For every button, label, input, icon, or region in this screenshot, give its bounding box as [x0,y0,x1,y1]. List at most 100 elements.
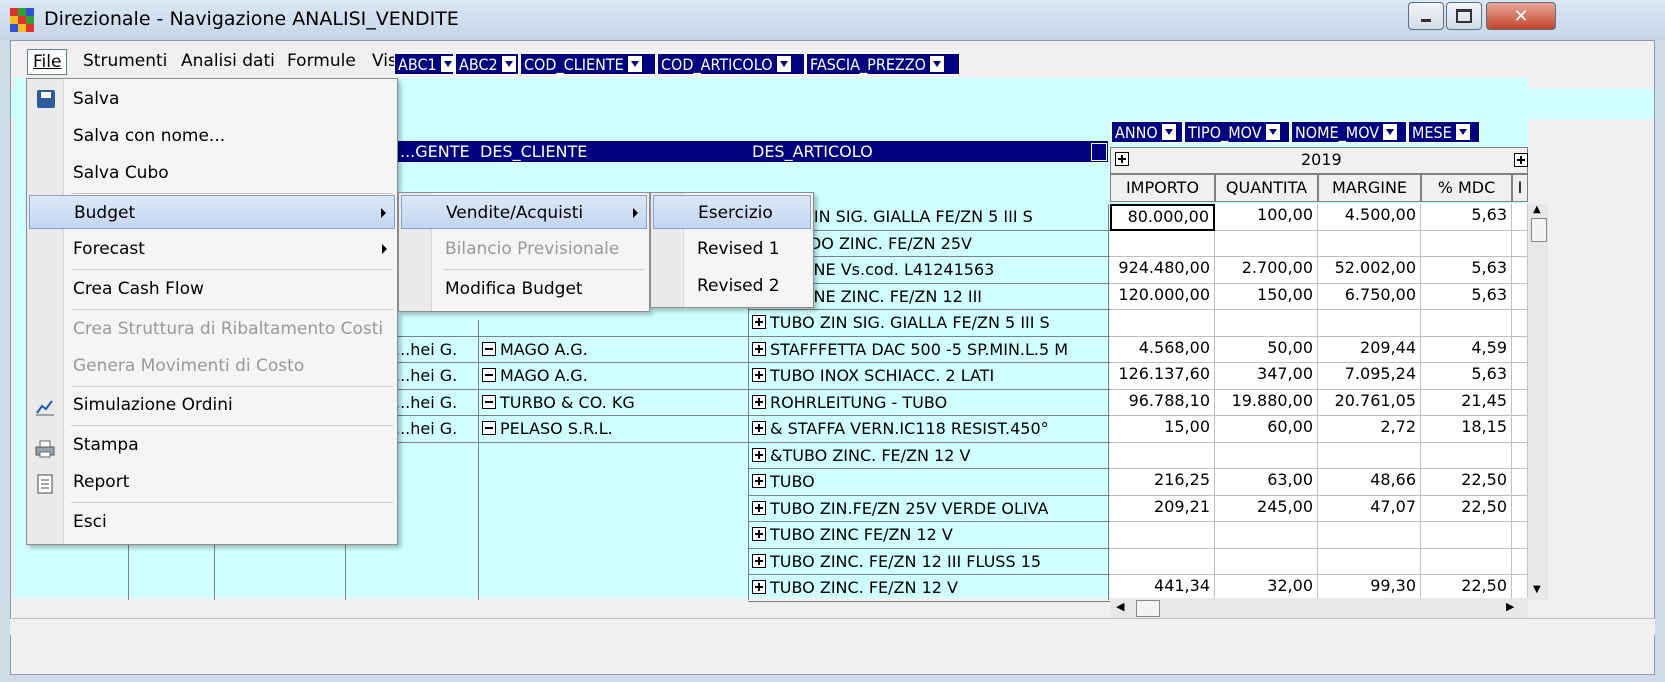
expand-icon[interactable] [752,527,766,541]
measure-header[interactable]: IMPORTO [1110,174,1215,202]
cell-importo[interactable]: 209,21 [1110,495,1215,522]
cell-mdc[interactable]: 5,63 [1421,363,1512,390]
cell-margine[interactable] [1318,230,1421,257]
cell-quantita[interactable] [1215,442,1318,469]
menu-item-esci[interactable]: Esci [29,505,395,539]
menu-item-revised-2[interactable]: Revised 2 [653,269,811,303]
dropdown-icon[interactable] [929,56,944,72]
cell-mdc[interactable] [1421,442,1512,469]
cell-margine[interactable]: 52.002,00 [1318,257,1421,284]
menu-item-salva-cubo[interactable]: Salva Cubo [29,156,395,190]
scroll-thumb[interactable] [1531,218,1547,242]
collapse-icon[interactable] [482,341,496,356]
menu-item-vendite-acquisti[interactable]: Vendite/Acquisti [401,195,647,229]
menu-item-esercizio[interactable]: Esercizio [653,195,811,229]
expand-icon[interactable] [752,368,766,382]
cell-importo[interactable]: 120.000,00 [1110,283,1215,310]
cell-mdc[interactable]: 4,59 [1421,336,1512,363]
dropdown-icon[interactable] [1161,124,1176,140]
measure-header[interactable]: MARGINE [1318,174,1421,202]
cell-margine[interactable]: 48,66 [1318,469,1421,496]
cell-margine[interactable] [1318,522,1421,549]
expand-icon[interactable] [752,474,766,488]
cell-extra[interactable] [1512,548,1528,575]
cell-importo[interactable]: 924.480,00 [1110,257,1215,284]
cell-importo[interactable]: 80.000,00 [1110,204,1215,231]
title-bar[interactable]: Direzionale - Navigazione ANALISI_VENDIT… [0,0,1665,40]
dropdown-icon[interactable] [1383,124,1398,140]
menu-formule[interactable]: Formule [287,51,356,71]
field-anno[interactable]: ANNO [1111,121,1183,143]
cell-quantita[interactable]: 150,00 [1215,283,1318,310]
menu-analisi-dati[interactable]: Analisi dati [181,51,275,71]
cell-importo[interactable] [1110,230,1215,257]
menu-item-modifica-budget[interactable]: Modifica Budget [401,272,647,306]
row-header-des-cliente[interactable]: DES_CLIENTE [480,141,587,162]
cell-margine[interactable]: 7.095,24 [1318,363,1421,390]
horizontal-scrollbar[interactable]: ◀ ▶ [1110,598,1528,618]
scroll-down-icon[interactable]: ▼ [1533,584,1541,595]
field-abc2[interactable]: ABC2 [455,53,519,75]
cell-importo[interactable]: 4.568,00 [1110,336,1215,363]
menu-item-stampa[interactable]: Stampa [29,428,395,462]
cell-quantita[interactable] [1215,230,1318,257]
menu-item-forecast[interactable]: Forecast [29,232,395,266]
cell-mdc[interactable]: 18,15 [1421,416,1512,443]
menu-item-budget[interactable]: Budget [29,195,395,229]
cell-margine[interactable] [1318,548,1421,575]
expand-icon[interactable] [752,553,766,568]
menu-item-crea-cash-flow[interactable]: Crea Cash Flow [29,272,395,306]
cell-quantita[interactable]: 245,00 [1215,495,1318,522]
field-mese[interactable]: MESE [1408,121,1480,143]
cell-quantita[interactable]: 2.700,00 [1215,257,1318,284]
measure-header[interactable]: % MDC [1421,174,1512,202]
cell-extra[interactable] [1512,336,1528,363]
cell-mdc[interactable]: 21,45 [1421,389,1512,416]
dropdown-icon[interactable] [627,56,642,72]
cell-margine[interactable]: 6.750,00 [1318,283,1421,310]
cell-mdc[interactable] [1421,522,1512,549]
menu-item-simulazione-ordini[interactable]: Simulazione Ordini [29,388,395,422]
expand-icon[interactable] [752,341,766,356]
row-header-des-articolo[interactable]: DES_ARTICOLO [752,141,873,162]
field-tipo-mov[interactable]: TIPO_MOV [1184,121,1290,143]
cell-extra[interactable] [1512,204,1528,231]
expand-icon[interactable] [752,421,766,435]
row-header-agente[interactable]: ...GENTE [400,141,470,162]
measure-header[interactable]: I [1512,174,1528,202]
cell-mdc[interactable]: 5,63 [1421,257,1512,284]
cell-quantita[interactable]: 347,00 [1215,363,1318,390]
collapse-icon[interactable] [482,368,496,382]
cell-importo[interactable]: 216,25 [1110,469,1215,496]
cell-extra[interactable] [1512,389,1528,416]
expand-icon[interactable] [752,447,766,462]
dropdown-icon[interactable] [776,56,791,72]
cell-importo[interactable]: 96.788,10 [1110,389,1215,416]
expand-icon[interactable] [1115,152,1129,166]
cell-mdc[interactable]: 22,50 [1421,495,1512,522]
vertical-scrollbar[interactable]: ▲ ▼ [1527,204,1548,600]
cell-quantita[interactable]: 100,00 [1215,204,1318,231]
cell-importo[interactable] [1110,442,1215,469]
cell-extra[interactable] [1512,442,1528,469]
cell-margine[interactable]: 209,44 [1318,336,1421,363]
menu-strumenti[interactable]: Strumenti [83,51,167,71]
cell-quantita[interactable]: 63,00 [1215,469,1318,496]
expand-icon[interactable] [1514,153,1528,167]
cell-mdc[interactable]: 5,63 [1421,204,1512,231]
cell-quantita[interactable]: 50,00 [1215,336,1318,363]
close-button[interactable]: ✕ [1486,2,1556,30]
cell-mdc[interactable] [1421,548,1512,575]
cell-extra[interactable] [1512,416,1528,443]
dropdown-icon[interactable] [1455,124,1470,140]
cell-quantita[interactable]: 19.880,00 [1215,389,1318,416]
cell-margine[interactable] [1318,442,1421,469]
measure-header[interactable]: QUANTITA [1215,174,1318,202]
menu-item-revised-1[interactable]: Revised 1 [653,232,811,266]
cell-extra[interactable] [1512,469,1528,496]
cell-importo[interactable] [1110,522,1215,549]
cell-mdc[interactable]: 5,63 [1421,283,1512,310]
dropdown-icon[interactable] [1265,124,1280,140]
cell-margine[interactable]: 4.500,00 [1318,204,1421,231]
field-cod-articolo[interactable]: COD_ARTICOLO [657,53,805,75]
